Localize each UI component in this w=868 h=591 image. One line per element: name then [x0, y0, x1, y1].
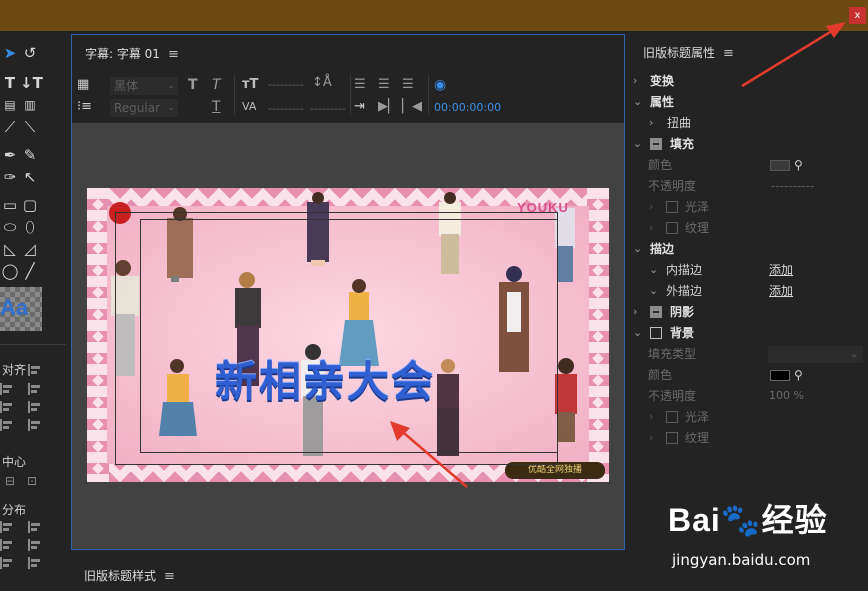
- arrow-to-close-button: [741, 24, 841, 88]
- watermark-url: jingyan.baidu.com: [672, 551, 811, 569]
- watermark-main: Bai🐾经验: [668, 502, 828, 538]
- arrowhead-close: [826, 22, 846, 38]
- arrow-to-title-text: [397, 427, 468, 488]
- arrowhead-title: [390, 421, 410, 441]
